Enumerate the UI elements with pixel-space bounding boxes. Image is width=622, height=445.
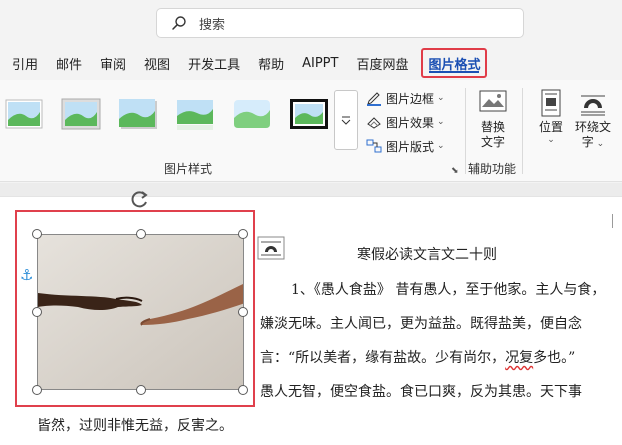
picture-style-5[interactable] [232,96,272,132]
alt-text-label-1: 替换 [480,120,505,134]
gallery-more-button[interactable] [334,90,358,150]
tab-view[interactable]: 视图 [135,48,179,78]
accessibility-group-label: 辅助功能 [468,162,517,176]
effects-icon [367,117,381,129]
ribbon-panel: 图片样式 图片边框 ⌄ 图片效果 ⌄ 图片版式 ⌄ ⬊ 替换 文字 辅助功能 位置 ⌄… [0,80,622,182]
wrap-text-icon [581,95,605,116]
resize-handle-top-left[interactable] [32,229,42,239]
tab-aippt[interactable]: AIPPT [293,48,347,78]
spelling-flag[interactable]: 况复 [505,350,533,366]
picture-layout-button[interactable]: 图片版式 ⌄ [366,134,458,158]
picture-layout-label: 图片版式 [386,139,435,154]
resize-handle-top[interactable] [136,229,146,239]
ribbon-tabs: 引用 邮件 审阅 视图 开发工具 帮助 AIPPT 百度网盘 图片格式 [0,46,622,80]
anchor-icon[interactable]: ⚓ [20,266,33,284]
resize-handle-bottom-left[interactable] [32,385,42,395]
picture-style-options: 图片边框 ⌄ 图片效果 ⌄ 图片版式 ⌄ [366,86,458,158]
ribbon-separator [522,88,523,174]
resize-handle-bottom-right[interactable] [238,385,248,395]
tab-review[interactable]: 审阅 [91,48,135,78]
title-bar: 搜索 [0,0,622,46]
text-line: 皆然，过则非惟无益，反害之。 [37,418,233,434]
layout-icon [366,139,382,153]
position-icon [541,89,561,117]
picture-style-1[interactable] [4,96,44,132]
document-title: 寒假必读文言文二十则 [357,247,497,263]
picture-effects-button[interactable]: 图片效果 ⌄ [366,110,458,134]
wrap-text-label-2: 字 ⌄ [581,135,605,149]
text-line: 愚人无智，便空食盐。食已口爽，反为其患。天下事 [260,384,582,400]
hands-reaching-image [38,235,243,389]
search-placeholder: 搜索 [199,17,226,33]
picture-style-3[interactable] [118,96,158,132]
alt-text-label-2: 文字 [480,135,505,149]
chevron-down-icon [341,116,351,125]
tab-references[interactable]: 引用 [0,48,47,78]
tab-help[interactable]: 帮助 [249,48,293,78]
resize-handle-bottom[interactable] [136,385,146,395]
ribbon-separator [465,88,466,174]
alt-text-icon [479,90,507,112]
picture-border-button[interactable]: 图片边框 ⌄ [366,86,458,110]
tab-developer[interactable]: 开发工具 [179,48,249,78]
chevron-down-icon: ⌄ [547,135,555,145]
alt-text-button[interactable]: 替换 文字 [478,88,508,150]
page-corner-mark [612,214,613,228]
layout-options-icon[interactable] [257,236,285,260]
selected-picture[interactable] [37,234,244,390]
rotate-handle-icon[interactable] [129,188,151,210]
text-line: 1、《愚人食盐》 昔有愚人，至于他家。主人与食， [291,282,606,298]
text-line: 嫌淡无味。主人闻已，更为益盐。既得盐美，便自念 [260,316,582,332]
picture-styles-group-label: 图片样式 [164,162,213,176]
chevron-down-icon: ⌄ [437,117,445,127]
picture-style-4[interactable] [175,96,215,132]
resize-handle-left[interactable] [32,307,42,317]
picture-border-label: 图片边框 [386,91,435,106]
resize-handle-top-right[interactable] [238,229,248,239]
text-line: 言：“所以美者，缘有盐故。少有尚尔，况复多也。” [260,350,576,366]
position-label: 位置 [538,120,563,134]
wrap-text-button[interactable]: 环绕文 字 ⌄ [575,88,611,150]
pencil-border-icon [367,92,381,106]
picture-effects-label: 图片效果 [386,115,435,130]
search-box[interactable]: 搜索 [156,8,524,38]
picture-style-2[interactable] [61,96,101,132]
dialog-launcher-icon[interactable]: ⬊ [451,166,459,176]
picture-style-6[interactable] [289,96,329,132]
picture-styles-gallery [0,90,346,142]
resize-handle-right[interactable] [238,307,248,317]
search-icon [172,16,186,30]
wrap-text-label-1: 环绕文 [575,120,612,134]
chevron-down-icon: ⌄ [437,141,445,151]
chevron-down-icon: ⌄ [437,93,445,103]
tab-baidu-netdisk[interactable]: 百度网盘 [347,48,417,78]
tab-picture-format[interactable]: 图片格式 [421,48,488,78]
tab-mailings[interactable]: 邮件 [47,48,91,78]
position-button[interactable]: 位置 ⌄ [536,88,566,145]
